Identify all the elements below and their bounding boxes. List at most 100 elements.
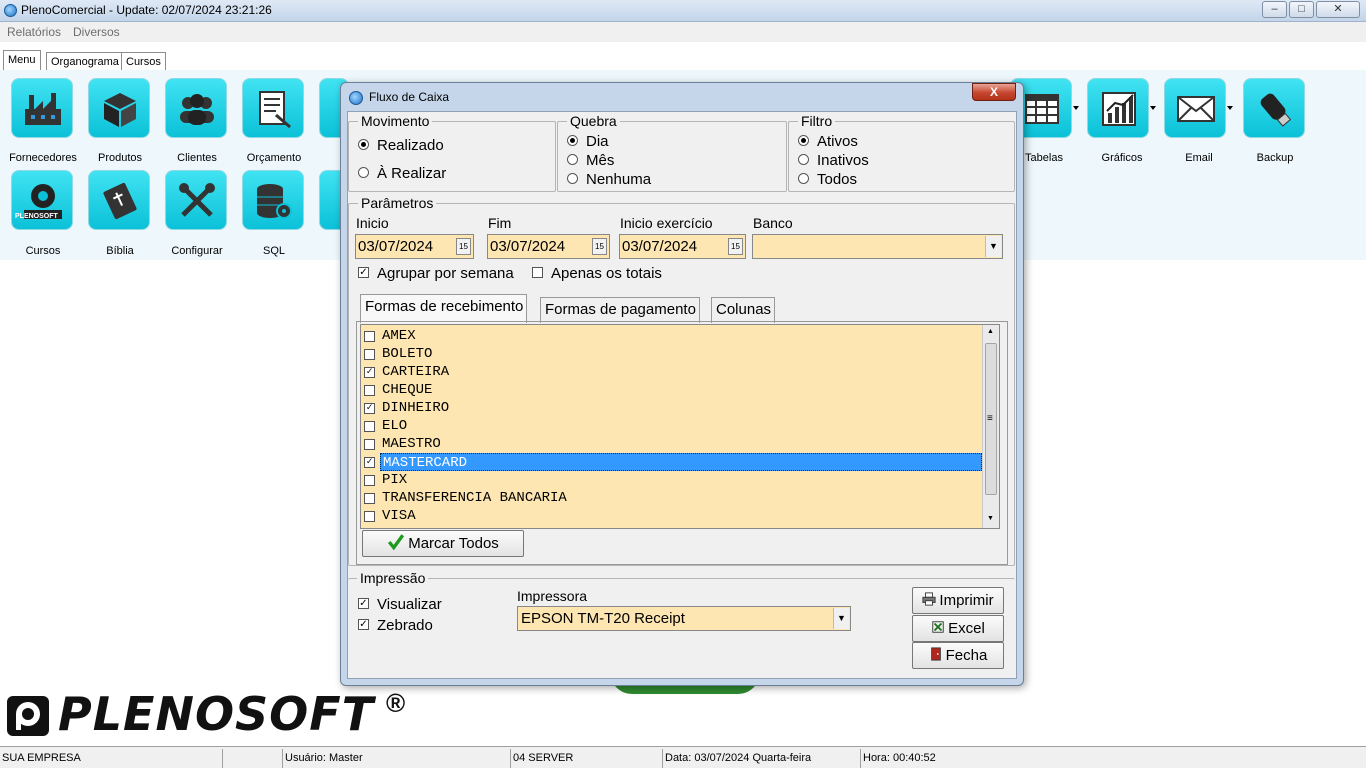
- radio-realizado-indicator[interactable]: [358, 138, 369, 150]
- list-item-label: CHEQUE: [382, 382, 433, 398]
- radio-dia[interactable]: Dia: [567, 133, 609, 150]
- fornecedores-button[interactable]: [11, 78, 73, 138]
- graficos-dropdown-icon[interactable]: [1150, 106, 1156, 110]
- tab-organograma[interactable]: Organograma: [46, 52, 124, 71]
- list-item-checkbox[interactable]: ✓: [364, 457, 375, 468]
- radio-realizado[interactable]: Realizado: [358, 137, 444, 154]
- list-item[interactable]: ELO: [361, 417, 983, 435]
- list-item[interactable]: CHEQUE: [361, 381, 983, 399]
- list-item[interactable]: BOLETO: [361, 345, 983, 363]
- logo-text: PLENOSOFT: [58, 687, 375, 741]
- list-item-selected[interactable]: ✓ MASTERCARD: [361, 453, 983, 471]
- email-button[interactable]: [1164, 78, 1226, 138]
- list-item[interactable]: MAESTRO: [361, 435, 983, 453]
- minimize-button[interactable]: –: [1262, 1, 1287, 18]
- cursos-button[interactable]: PLENOSOFT: [11, 170, 73, 230]
- list-item-checkbox[interactable]: [364, 349, 375, 360]
- chevron-down-icon[interactable]: ▼: [833, 608, 849, 629]
- tab-formas-de-recebimento[interactable]: Formas de recebimento: [360, 294, 528, 323]
- impressora-select[interactable]: EPSON TM-T20 Receipt ▼: [517, 606, 851, 631]
- list-item-label: ELO: [382, 418, 408, 434]
- radio-todos-indicator[interactable]: [798, 172, 809, 184]
- list-item-checkbox[interactable]: ✓: [364, 403, 375, 414]
- status-bar: SUA EMPRESA Usuário: Master 04 SERVER Da…: [0, 746, 1366, 768]
- close-button[interactable]: ✕: [1316, 1, 1360, 18]
- list-item[interactable]: ✓ CARTEIRA: [361, 363, 983, 381]
- excel-button[interactable]: Excel: [912, 615, 1004, 642]
- scroll-down-icon[interactable]: ▼: [987, 515, 994, 522]
- graficos-button[interactable]: [1087, 78, 1149, 138]
- list-item-checkbox[interactable]: [364, 439, 375, 450]
- email-dropdown-icon[interactable]: [1227, 106, 1233, 110]
- radio-nenhuma[interactable]: Nenhuma: [567, 171, 651, 188]
- radio-a-realizar-indicator[interactable]: [358, 166, 369, 178]
- inicio-label: Inicio: [356, 215, 389, 231]
- agrupar-checkbox-box[interactable]: ✓: [358, 266, 369, 278]
- tabelas-dropdown-icon[interactable]: [1073, 106, 1079, 110]
- orcamento-button[interactable]: [242, 78, 304, 138]
- radio-inativos[interactable]: Inativos: [798, 152, 869, 169]
- fecha-button[interactable]: Fecha: [912, 642, 1004, 669]
- list-item-checkbox[interactable]: [364, 511, 375, 522]
- backup-button[interactable]: [1243, 78, 1305, 138]
- radio-mes[interactable]: Mês: [567, 152, 614, 169]
- radio-ativos[interactable]: Ativos: [798, 133, 858, 150]
- produtos-button[interactable]: [88, 78, 150, 138]
- biblia-button[interactable]: [88, 170, 150, 230]
- dialog-close-button[interactable]: X: [972, 83, 1016, 101]
- calendar-icon[interactable]: 15: [728, 238, 743, 255]
- formas-recebimento-list[interactable]: AMEX BOLETO ✓ CARTEIRA CHEQUE ✓ DINHEIRO E…: [360, 324, 1000, 529]
- calendar-icon[interactable]: 15: [592, 238, 607, 255]
- apenas-os-totais-checkbox[interactable]: Apenas os totais: [532, 265, 662, 282]
- radio-inativos-indicator[interactable]: [798, 153, 809, 165]
- apenas-totais-checkbox-box[interactable]: [532, 266, 543, 278]
- list-item[interactable]: AMEX: [361, 327, 983, 345]
- tab-menu[interactable]: Menu: [3, 50, 41, 71]
- agrupar-por-semana-checkbox[interactable]: ✓ Agrupar por semana: [358, 265, 514, 282]
- marcar-todos-button[interactable]: Marcar Todos: [362, 530, 524, 557]
- radio-nenhuma-indicator[interactable]: [567, 172, 578, 184]
- radio-mes-indicator[interactable]: [567, 153, 578, 165]
- fim-label: Fim: [488, 215, 512, 231]
- tab-cursos[interactable]: Cursos: [121, 52, 166, 71]
- sql-button[interactable]: [242, 170, 304, 230]
- inicio-date-input[interactable]: 03/07/2024 15: [355, 234, 474, 259]
- visualizar-checkbox-box[interactable]: ✓: [358, 597, 369, 609]
- configurar-button[interactable]: [165, 170, 227, 230]
- list-item-checkbox[interactable]: [364, 475, 375, 486]
- list-item-checkbox[interactable]: [364, 331, 375, 342]
- agrupar-label: Agrupar por semana: [377, 265, 514, 282]
- chevron-down-icon[interactable]: ▼: [985, 236, 1001, 257]
- zebrado-checkbox[interactable]: ✓ Zebrado: [358, 617, 433, 634]
- maximize-button[interactable]: □: [1289, 1, 1314, 18]
- list-scrollbar[interactable]: ▲ ≡ ▼: [982, 325, 999, 528]
- list-item[interactable]: TRANSFERENCIA BANCARIA: [361, 489, 983, 507]
- list-item-checkbox[interactable]: [364, 385, 375, 396]
- menu-diversos[interactable]: Diversos: [73, 25, 120, 39]
- parametros-title: Parâmetros: [358, 195, 437, 211]
- list-item-label: PIX: [382, 472, 408, 488]
- inicio-exercicio-date-value: 03/07/2024: [622, 238, 698, 255]
- scroll-up-icon[interactable]: ▲: [987, 328, 994, 335]
- imprimir-button[interactable]: Imprimir: [912, 587, 1004, 614]
- radio-ativos-indicator[interactable]: [798, 134, 809, 146]
- list-item[interactable]: VISA: [361, 507, 983, 525]
- calendar-icon[interactable]: 15: [456, 238, 471, 255]
- clientes-button[interactable]: [165, 78, 227, 138]
- visualizar-checkbox[interactable]: ✓ Visualizar: [358, 596, 442, 613]
- list-item[interactable]: PIX: [361, 471, 983, 489]
- radio-a-realizar[interactable]: À Realizar: [358, 165, 446, 182]
- list-item[interactable]: ✓ DINHEIRO: [361, 399, 983, 417]
- tab-colunas[interactable]: Colunas: [711, 297, 776, 323]
- radio-dia-indicator[interactable]: [567, 134, 578, 146]
- zebrado-checkbox-box[interactable]: ✓: [358, 618, 369, 630]
- list-item-checkbox[interactable]: ✓: [364, 367, 375, 378]
- list-item-checkbox[interactable]: [364, 421, 375, 432]
- inicio-exercicio-date-input[interactable]: 03/07/2024 15: [619, 234, 746, 259]
- list-item-checkbox[interactable]: [364, 493, 375, 504]
- menu-relatorios[interactable]: Relatórios: [7, 25, 61, 39]
- tab-formas-de-pagamento[interactable]: Formas de pagamento: [540, 297, 700, 323]
- banco-select[interactable]: ▼: [752, 234, 1003, 259]
- fim-date-input[interactable]: 03/07/2024 15: [487, 234, 610, 259]
- radio-todos[interactable]: Todos: [798, 171, 857, 188]
